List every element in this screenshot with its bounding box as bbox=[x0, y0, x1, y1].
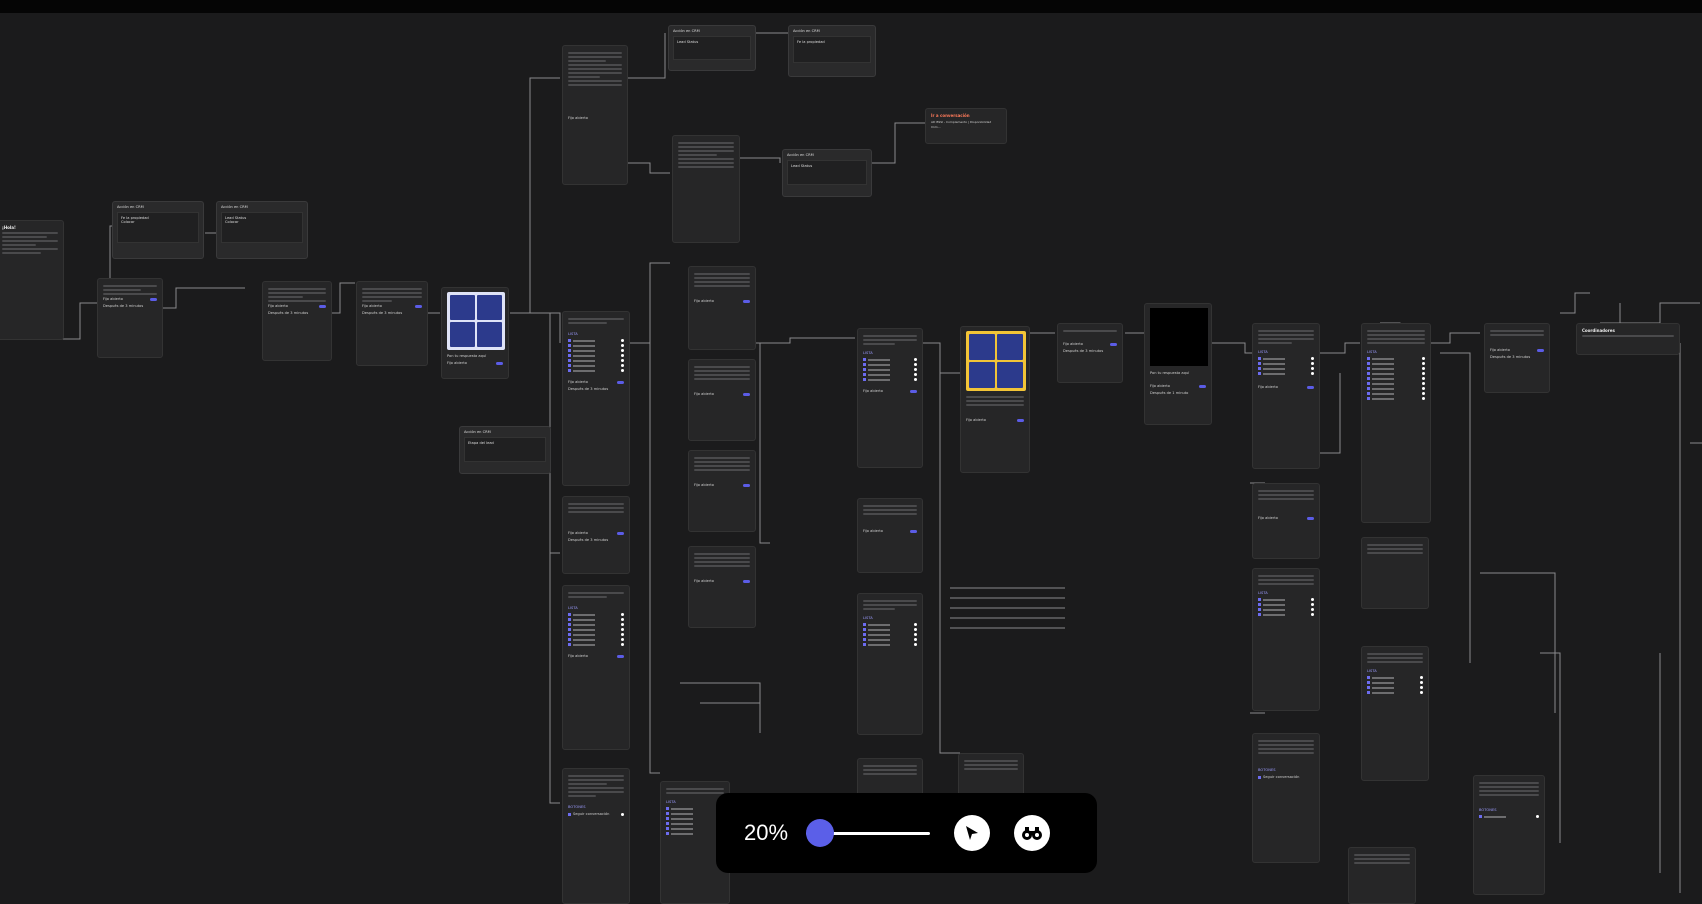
flow-canvas[interactable]: ¡Hola! Acción en CRM Fe la propiedad Col… bbox=[0, 13, 1702, 904]
image-preview bbox=[966, 331, 1026, 391]
fixed-toggle[interactable] bbox=[617, 532, 624, 535]
image-preview bbox=[447, 292, 505, 350]
list-node[interactable]: LISTA bbox=[1361, 323, 1431, 523]
wait-label: Después de 3 minutos bbox=[568, 538, 609, 542]
message-node[interactable]: Fijo abierto Después de 3 minutos bbox=[97, 278, 163, 358]
conversation-title: Ir a conversación bbox=[931, 113, 970, 118]
search-tool-button[interactable] bbox=[1014, 815, 1050, 851]
list-node[interactable]: LISTA Fijo abierto bbox=[1252, 323, 1320, 469]
wait-label: Después de 3 minutos bbox=[568, 387, 609, 391]
list-node[interactable]: LISTA bbox=[1361, 646, 1429, 781]
list-node[interactable]: LISTA bbox=[857, 593, 923, 735]
image-node[interactable]: Pon tu respuesta aquí Fijo abierto bbox=[441, 287, 509, 379]
fixed-label: Fijo abierto bbox=[362, 304, 382, 308]
fixed-toggle[interactable] bbox=[319, 305, 326, 308]
message-node[interactable]: Fijo abierto bbox=[688, 450, 756, 532]
zoom-controls: 20% bbox=[716, 793, 1097, 873]
fixed-toggle[interactable] bbox=[415, 305, 422, 308]
message-node[interactable] bbox=[1361, 537, 1429, 609]
wait-label: Después de 3 minutos bbox=[362, 311, 403, 315]
message-node[interactable] bbox=[672, 135, 740, 243]
follow-conversation-option[interactable]: Seguir conversación bbox=[568, 812, 624, 817]
fixed-label: Fijo abierto bbox=[568, 531, 588, 535]
crm-action-title: Acción en CRM bbox=[221, 205, 248, 209]
crm-action-node[interactable]: Acción en CRM Fe la propiedad Colocar bbox=[112, 201, 204, 259]
zoom-level: 20% bbox=[744, 820, 789, 845]
pointer-tool-button[interactable] bbox=[954, 815, 990, 851]
coordinators-node[interactable]: Coordinadores bbox=[1576, 323, 1680, 355]
fixed-label: Fijo abierto bbox=[568, 654, 588, 658]
message-node[interactable]: Fijo abierto bbox=[688, 359, 756, 441]
reply-placeholder: Pon tu respuesta aquí bbox=[447, 354, 487, 358]
fixed-toggle[interactable] bbox=[617, 655, 624, 658]
message-node[interactable]: Fijo abierto Después de 3 minutos bbox=[1484, 323, 1550, 393]
message-node-intro[interactable]: ¡Hola! bbox=[0, 220, 64, 340]
zoom-slider-thumb[interactable] bbox=[806, 819, 834, 847]
message-node[interactable]: Fijo abierto bbox=[562, 45, 628, 185]
fixed-toggle[interactable] bbox=[617, 381, 624, 384]
image-node[interactable]: Fijo abierto bbox=[960, 326, 1030, 473]
fixed-label: Fijo abierto bbox=[568, 380, 588, 384]
message-node[interactable] bbox=[1348, 847, 1416, 904]
message-node[interactable]: Fijo abierto bbox=[688, 266, 756, 350]
crm-action-node[interactable]: Acción en CRM Lead Status Colocar bbox=[216, 201, 308, 259]
crm-action-title: Acción en CRM bbox=[117, 205, 144, 209]
crm-action-title: Acción en CRM bbox=[464, 430, 491, 434]
conversation-link-node[interactable]: Ir a conversación AD BSSI - Complemento … bbox=[925, 108, 1007, 144]
wait-label: Después de 3 minutos bbox=[103, 304, 144, 308]
crm-action-node[interactable]: Acción en CRM Lead Status bbox=[782, 149, 872, 197]
fixed-toggle[interactable] bbox=[496, 362, 503, 365]
list-label: LISTA bbox=[568, 332, 578, 336]
list-node[interactable]: LISTA Fijo abierto bbox=[857, 328, 923, 468]
message-node[interactable]: Fijo abierto bbox=[857, 498, 923, 573]
cursor-arrow-icon bbox=[966, 826, 978, 840]
buttons-label: BOTONES bbox=[568, 805, 586, 809]
message-node[interactable]: Fijo abierto Después de 3 minutos bbox=[562, 496, 630, 574]
list-node[interactable]: LISTA bbox=[1252, 568, 1320, 711]
message-node[interactable]: Fijo abierto bbox=[688, 546, 756, 628]
list-node[interactable]: LISTA Fijo abierto Después de 3 minutos bbox=[562, 311, 630, 486]
fixed-label: Fijo abierto bbox=[447, 361, 467, 365]
wait-label: Después de 3 minutos bbox=[268, 311, 309, 315]
crm-action-node[interactable]: Acción en CRM Lead Status bbox=[668, 25, 756, 71]
crm-action-node[interactable]: Acción en CRM Fe la propiedad bbox=[788, 25, 876, 77]
video-node[interactable]: Pon tu respuesta aquí Fijo abierto Despu… bbox=[1144, 303, 1212, 425]
crm-action-title: Acción en CRM bbox=[793, 29, 820, 33]
message-node[interactable]: Fijo abierto Después de 3 minutos bbox=[262, 281, 332, 361]
buttons-node[interactable]: BOTONES bbox=[1473, 775, 1545, 895]
crm-collect-label: Colocar bbox=[225, 220, 239, 224]
message-node[interactable]: Fijo abierto bbox=[1252, 483, 1320, 559]
message-node[interactable]: Fijo abierto Después de 3 minutos bbox=[1057, 323, 1123, 383]
fixed-label: Fijo abierto bbox=[103, 297, 123, 301]
top-bar bbox=[0, 0, 1702, 13]
buttons-node[interactable]: BOTONES Seguir conversación bbox=[562, 768, 630, 904]
crm-action-title: Acción en CRM bbox=[787, 153, 814, 157]
list-node[interactable]: LISTA Fijo abierto bbox=[562, 585, 630, 750]
crm-collect-label: Colocar bbox=[121, 220, 135, 224]
list-label: LISTA bbox=[568, 606, 578, 610]
message-node[interactable]: Fijo abierto Después de 3 minutos bbox=[356, 281, 428, 366]
fixed-label: Fijo abierto bbox=[568, 116, 588, 120]
fixed-label: Fijo abierto bbox=[268, 304, 288, 308]
crm-action-title: Acción en CRM bbox=[673, 29, 700, 33]
crm-property-stage: Etapa del lead bbox=[468, 441, 494, 445]
zoom-slider[interactable] bbox=[806, 819, 930, 847]
fixed-toggle[interactable] bbox=[150, 298, 157, 301]
crm-action-node[interactable]: Acción en CRM Etapa del lead bbox=[459, 426, 551, 474]
connection-wires bbox=[62, 32, 1702, 893]
buttons-node[interactable]: BOTONES Seguir conversación bbox=[1252, 733, 1320, 863]
conversation-item: AD BSSI - Complemento | Disponibilidad I… bbox=[931, 120, 992, 129]
coordinates-title: Coordinadores bbox=[1582, 328, 1615, 333]
binoculars-icon bbox=[1022, 827, 1042, 840]
video-preview[interactable] bbox=[1150, 308, 1208, 366]
